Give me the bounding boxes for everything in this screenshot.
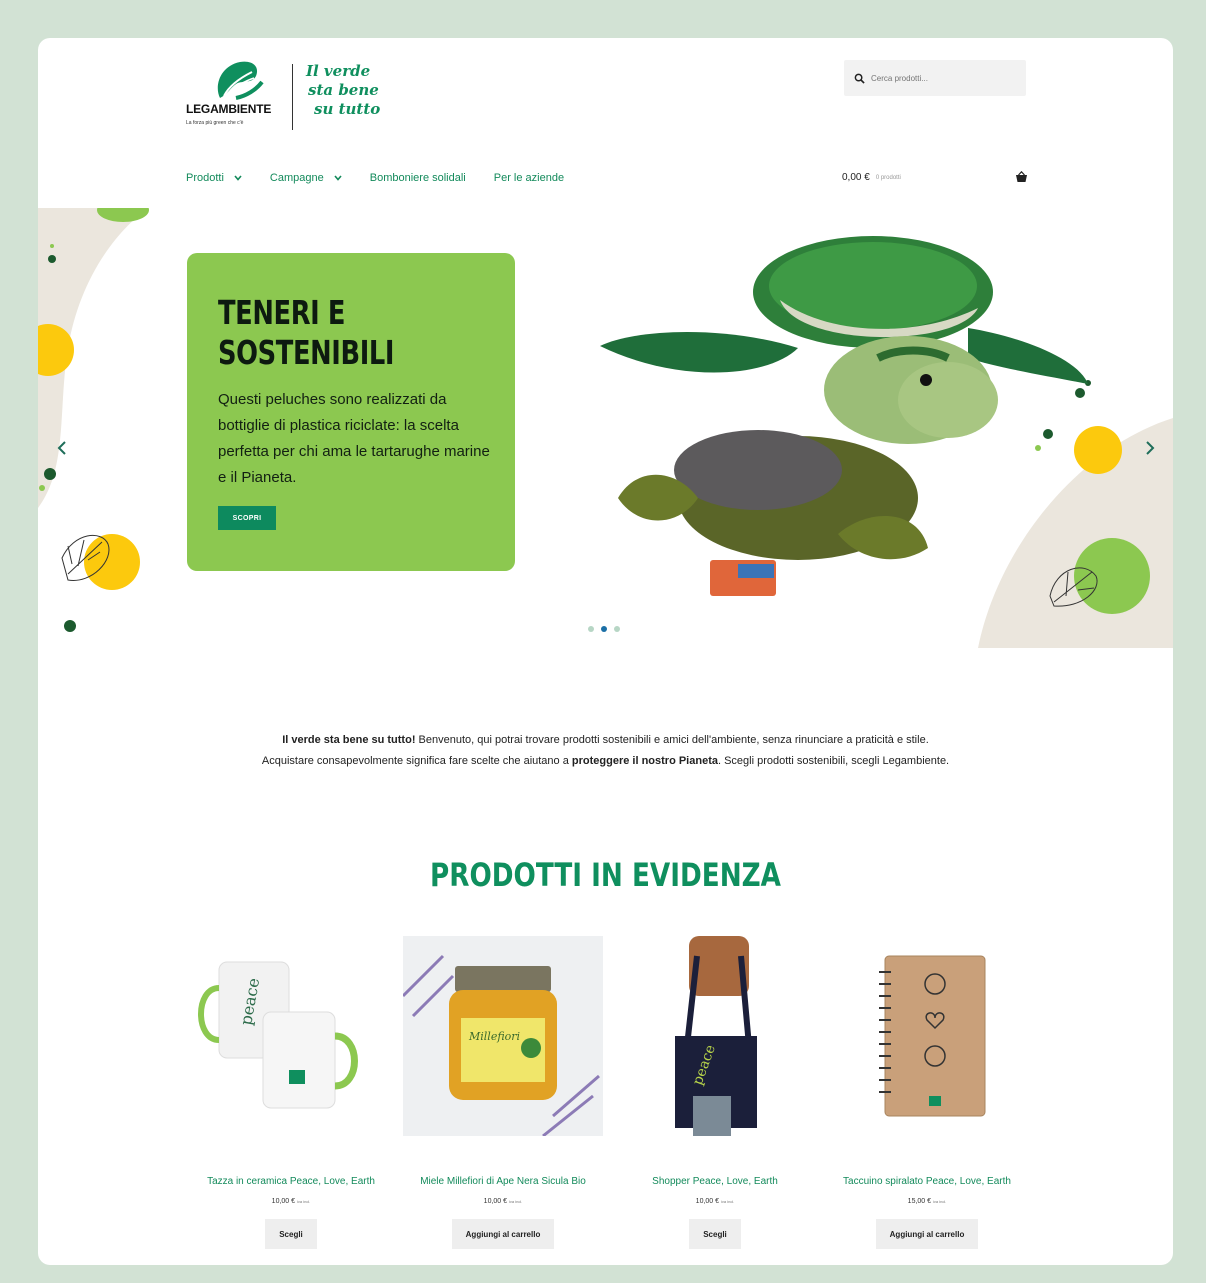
nav-item-aziende[interactable]: Per le aziende	[494, 172, 564, 184]
slogan-line: su tutto	[314, 100, 381, 118]
product-card: Millefiori Miele Millefiori di Ape Nera …	[398, 936, 608, 1249]
choose-button[interactable]: Scegli	[265, 1219, 317, 1249]
price-tax: iva incl.	[296, 1199, 311, 1204]
choose-button[interactable]: Scegli	[689, 1219, 741, 1249]
product-price: 10,00 € iva incl.	[610, 1198, 820, 1205]
product-card: Taccuino spiralato Peace, Love, Earth 15…	[822, 936, 1032, 1249]
logo-divider	[292, 64, 293, 130]
hero-title-line: TENERI E	[218, 293, 346, 332]
page: LEGAMBIENTE La forza più green che c'è I…	[38, 38, 1173, 1265]
intro-text: Il verde sta bene su tutto! Benvenuto, q…	[158, 730, 1053, 772]
product-name[interactable]: Miele Millefiori di Ape Nera Sicula Bio	[398, 1176, 608, 1187]
product-name[interactable]: Taccuino spiralato Peace, Love, Earth	[822, 1176, 1032, 1187]
nav-item-prodotti[interactable]: Prodotti	[186, 172, 242, 184]
product-card: peace Shopper Peace, Love, Earth 10,00 €…	[610, 936, 820, 1249]
product-image[interactable]: peace	[615, 936, 815, 1136]
chevron-down-icon	[334, 175, 342, 181]
product-image[interactable]: peace	[191, 936, 391, 1136]
main-nav: Prodotti Campagne Bomboniere solidali Pe…	[186, 172, 592, 184]
chevron-down-icon	[234, 175, 242, 181]
product-name[interactable]: Shopper Peace, Love, Earth	[610, 1176, 820, 1187]
cart-summary[interactable]: 0,00 € 0 prodotti	[842, 171, 1028, 183]
intro-span: Acquistare consapevolmente significa far…	[261, 755, 572, 767]
price-tax: iva incl.	[932, 1199, 947, 1204]
nav-item-campagne[interactable]: Campagne	[270, 172, 342, 184]
nav-item-label: Per le aziende	[493, 172, 565, 184]
shopper-bag-image: peace	[675, 936, 757, 1136]
nav-item-label: Campagne	[269, 172, 324, 184]
slogan-line: sta bene	[308, 81, 379, 99]
svg-text:Millefiori: Millefiori	[468, 1030, 520, 1043]
slider-dot[interactable]	[614, 626, 620, 632]
price-value: 10,00 €	[483, 1198, 508, 1205]
price-value: 10,00 €	[695, 1198, 720, 1205]
product-price: 10,00 € iva incl.	[186, 1198, 396, 1205]
chevron-right-icon[interactable]	[1142, 440, 1158, 456]
mug-image: peace	[198, 961, 358, 1109]
product-image[interactable]: Millefiori	[401, 936, 603, 1138]
price-value: 15,00 €	[907, 1198, 932, 1205]
product-price: 15,00 € iva incl.	[822, 1198, 1032, 1205]
intro-line: Il verde sta bene su tutto! Benvenuto, q…	[158, 730, 1053, 751]
featured-products: peace Tazza in ceramica Peace, Love, Ear…	[38, 936, 1173, 1265]
brand-name: LEGAMBIENTE	[186, 102, 272, 116]
legambiente-leaf-icon	[217, 61, 264, 100]
brand-tagline: La forza più green che c'è	[186, 120, 244, 126]
cart-count: 0 prodotti	[875, 174, 901, 181]
nav-item-label: Bomboniere solidali	[369, 172, 466, 184]
search-input[interactable]	[871, 73, 1011, 83]
chevron-left-icon[interactable]	[54, 440, 70, 456]
nav-item-label: Prodotti	[186, 172, 224, 184]
hero-card: TENERI E SOSTENIBILI Questi peluches son…	[187, 253, 515, 571]
product-image[interactable]	[827, 936, 1027, 1136]
basket-icon	[1016, 171, 1027, 182]
intro-span: Benvenuto, qui potrai trovare prodotti s…	[415, 734, 929, 746]
slogan-line: Il verde	[306, 62, 371, 80]
cart-total: 0,00 €	[842, 172, 870, 183]
honey-jar-image: Millefiori	[401, 936, 603, 1138]
intro-line: Acquistare consapevolmente significa far…	[158, 751, 1053, 772]
search-icon	[854, 73, 865, 84]
slider-dots	[588, 626, 620, 632]
intro-bold: proteggere il nostro Pianeta	[571, 755, 718, 767]
hero-cta-button[interactable]: SCOPRI	[218, 506, 276, 530]
hero-title-line: SOSTENIBILI	[218, 333, 395, 372]
product-card: peace Tazza in ceramica Peace, Love, Ear…	[186, 936, 396, 1249]
add-to-cart-button[interactable]: Aggiungi al carrello	[451, 1219, 555, 1249]
site-logo[interactable]: LEGAMBIENTE La forza più green che c'è I…	[186, 58, 396, 138]
product-name[interactable]: Tazza in ceramica Peace, Love, Earth	[186, 1176, 396, 1187]
slider-dot[interactable]	[588, 626, 594, 632]
add-to-cart-button[interactable]: Aggiungi al carrello	[875, 1219, 979, 1249]
price-tax: iva incl.	[508, 1199, 523, 1204]
search-box[interactable]	[844, 60, 1026, 96]
intro-bold: Il verde sta bene su tutto!	[282, 734, 416, 746]
hero-title: TENERI E SOSTENIBILI	[218, 293, 421, 373]
notebook-image	[879, 955, 986, 1117]
featured-title: PRODOTTI IN EVIDENZA	[430, 856, 781, 894]
brand-slogan: Il verde sta bene su tutto	[306, 62, 398, 119]
hero-slider: TENERI E SOSTENIBILI Questi peluches son…	[38, 208, 1173, 648]
turtle-plush-image	[600, 236, 1088, 596]
product-price: 10,00 € iva incl.	[398, 1198, 608, 1205]
intro-span: . Scegli prodotti sostenibili, scegli Le…	[717, 755, 950, 767]
hero-text: Questi peluches sono realizzati da botti…	[218, 391, 490, 486]
price-value: 10,00 €	[271, 1198, 296, 1205]
slider-dot-active[interactable]	[601, 626, 607, 632]
nav-item-bomboniere[interactable]: Bomboniere solidali	[370, 172, 466, 184]
price-tax: iva incl.	[720, 1199, 735, 1204]
